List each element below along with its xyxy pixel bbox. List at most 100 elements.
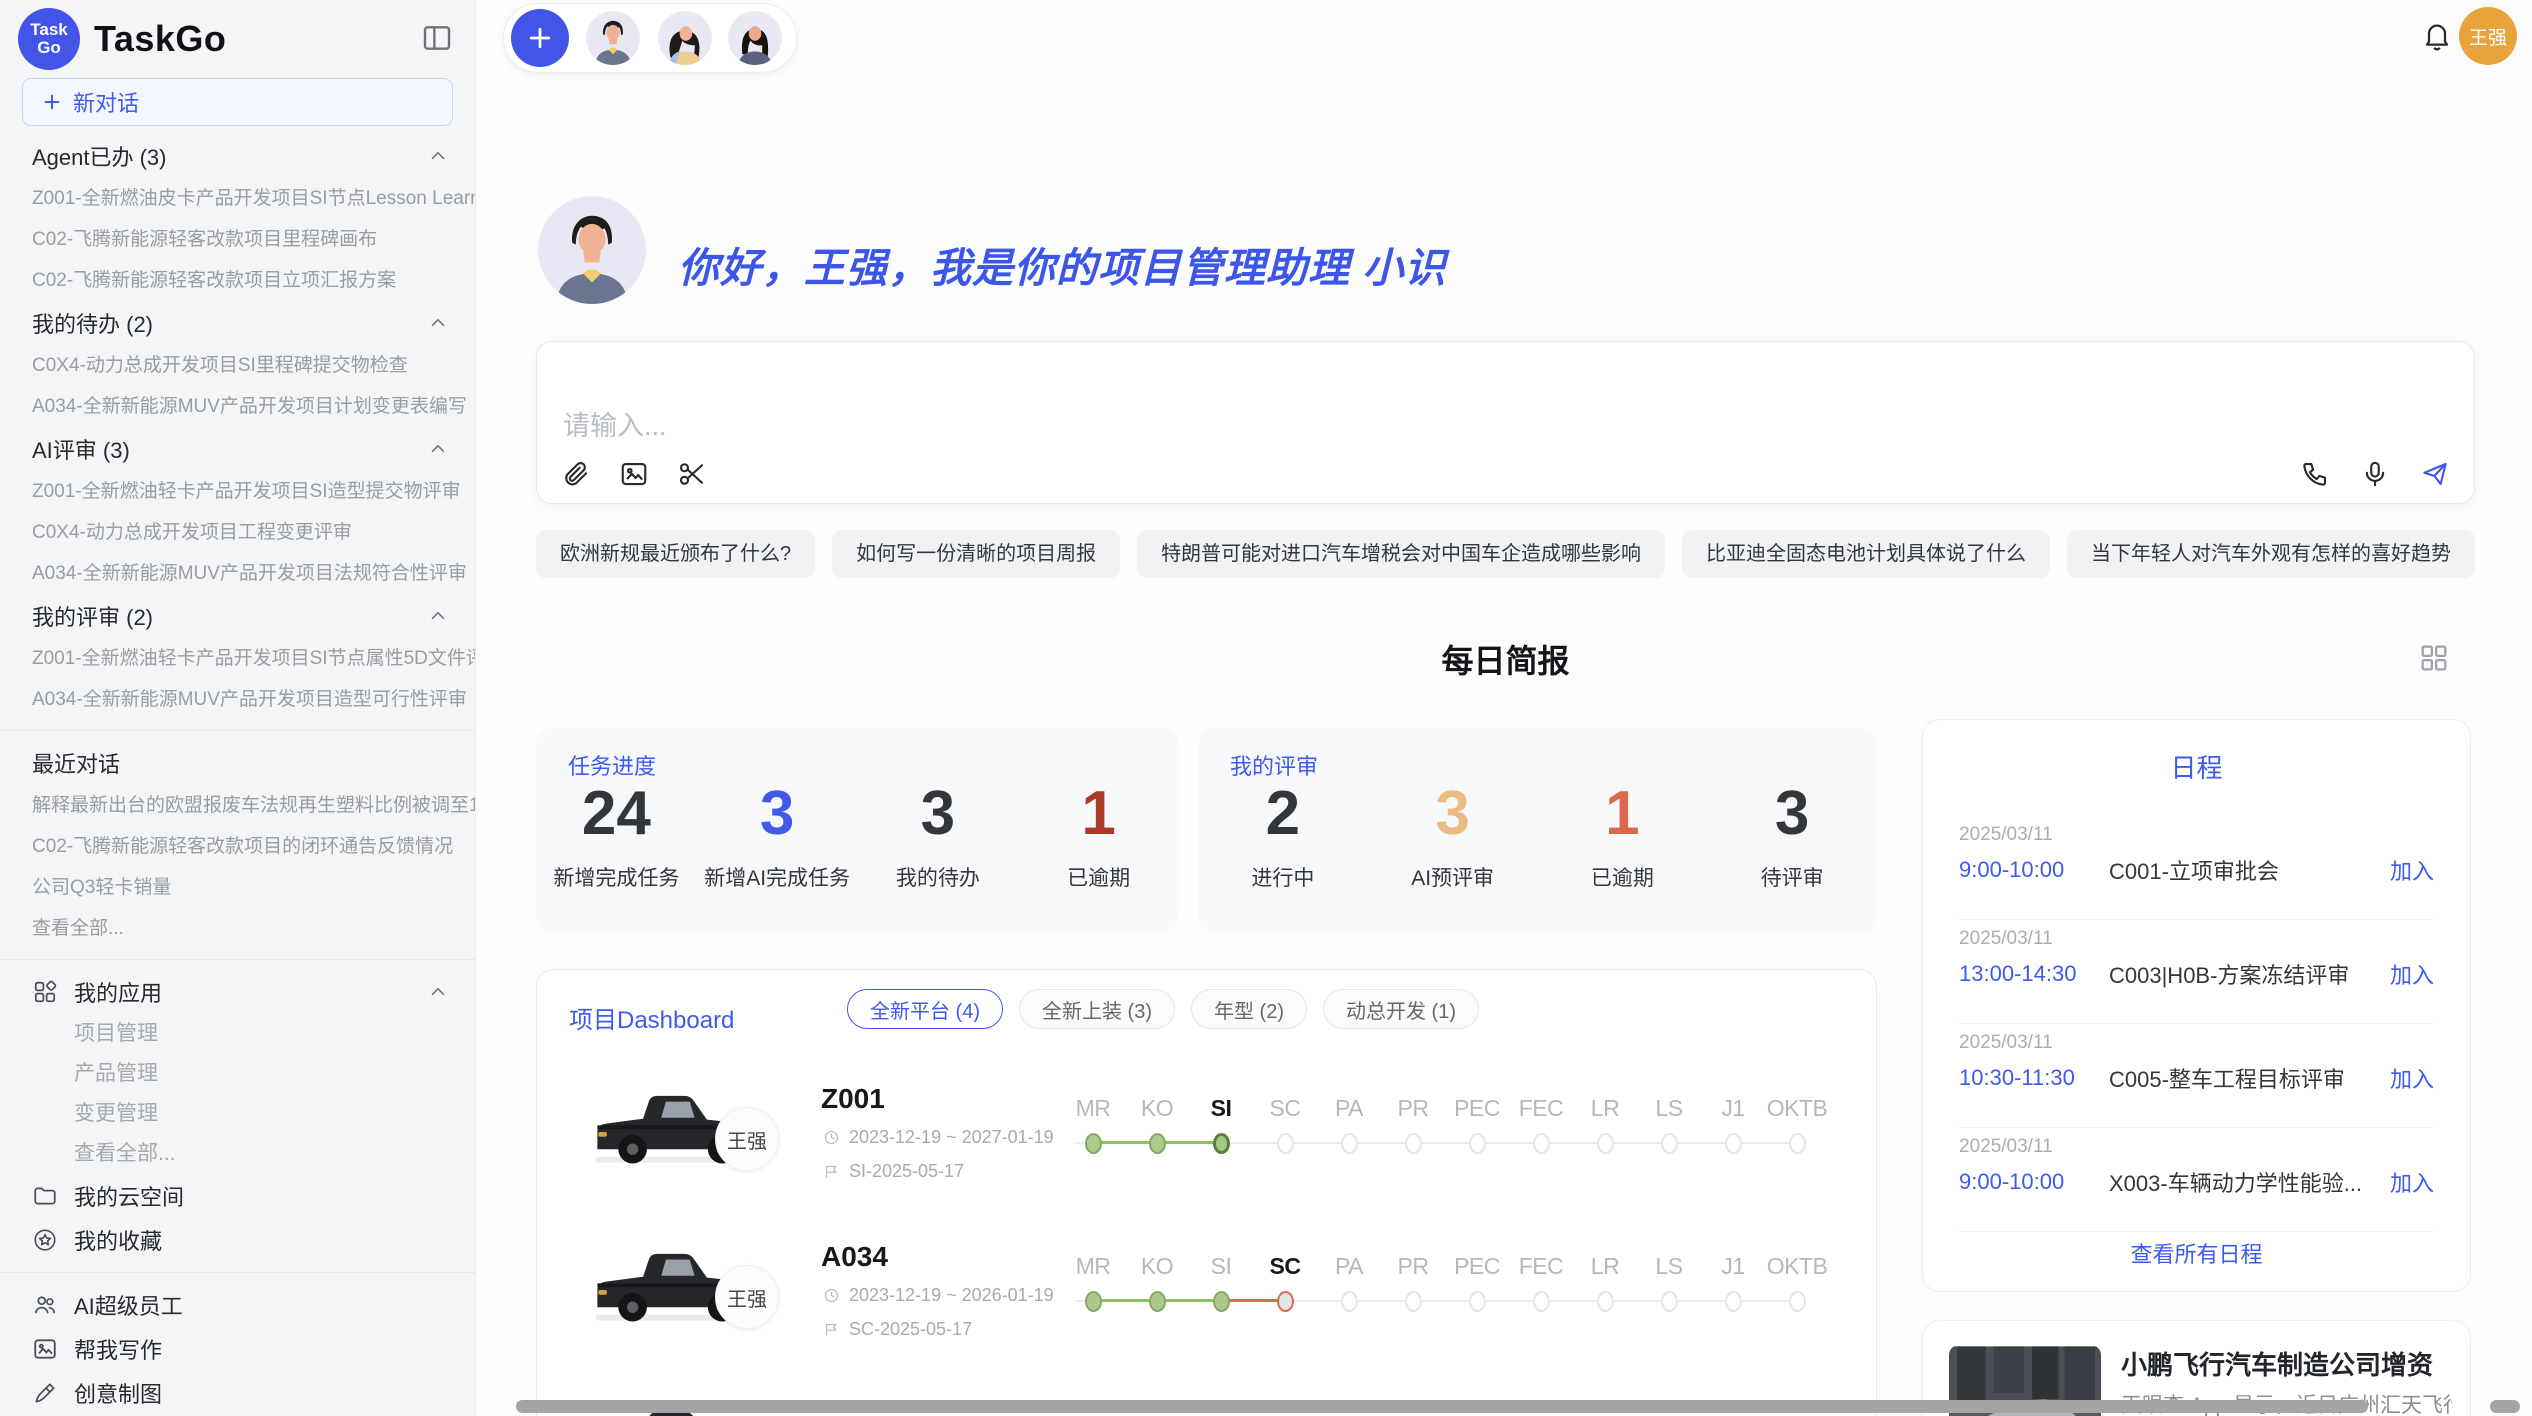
section-list: Z001-全新燃油轻卡产品开发项目SI节点属性5D文件评审A034-全新新能源M… xyxy=(0,638,475,720)
sidebar-item-ai-super-staff[interactable]: AI超级员工 xyxy=(0,1283,475,1327)
stat-label: 待评审 xyxy=(1707,862,1877,892)
milestone-label: SC xyxy=(1253,1253,1317,1280)
section-header-my-review[interactable]: 我的评审 (2) xyxy=(0,594,475,638)
sidebar-task-item[interactable]: C02-飞腾新能源轻客改款项目里程碑画布 xyxy=(0,219,475,260)
sidebar-task-item[interactable]: C0X4-动力总成开发项目工程变更评审 xyxy=(0,512,475,553)
join-meeting-link[interactable]: 加入 xyxy=(2390,1062,2434,1094)
scissors-icon[interactable] xyxy=(677,459,707,489)
dashboard-tab[interactable]: 动总开发 (1) xyxy=(1323,989,1479,1029)
dashboard-tab[interactable]: 全新上装 (3) xyxy=(1019,989,1175,1029)
milestone-dot xyxy=(1469,1291,1486,1312)
users-icon xyxy=(32,1292,58,1318)
scrollbar-corner[interactable] xyxy=(2490,1400,2520,1413)
sidebar-item-favorites[interactable]: 我的收藏 xyxy=(0,1218,475,1262)
image-icon[interactable] xyxy=(619,459,649,489)
milestone-dot-cell xyxy=(1445,1289,1509,1313)
recent-chat-item[interactable]: 公司Q3轻卡销量 xyxy=(0,867,475,908)
recent-chat-item[interactable]: 解释最新出台的欧盟报废车法规再生塑料比例被调至15%... xyxy=(0,785,475,826)
milestone-label: LS xyxy=(1637,1253,1701,1280)
project-row[interactable]: 王强 Z001 2023-12-19 ~ 2027-01-19 SI-2025-… xyxy=(537,1071,1876,1229)
suggestion-chip[interactable]: 如何写一份清晰的项目周报 xyxy=(832,530,1120,578)
sidebar-nav: Agent已办 (3) Z001-全新燃油皮卡产品开发项目SI节点Lesson … xyxy=(0,134,475,1415)
dashboard-tab[interactable]: 年型 (2) xyxy=(1191,989,1307,1029)
recent-chat-item[interactable]: C02-飞腾新能源轻客改款项目的闭环通告反馈情况 xyxy=(0,826,475,867)
sidebar-item-cloud-space[interactable]: 我的云空间 xyxy=(0,1174,475,1218)
section-header-ai-review[interactable]: AI评审 (3) xyxy=(0,427,475,471)
milestone-label: PA xyxy=(1317,1095,1381,1122)
new-conversation-button[interactable] xyxy=(511,9,569,67)
milestone-dot xyxy=(1661,1291,1678,1312)
flag-text: SI-2025-05-17 xyxy=(849,1161,964,1182)
clock-icon xyxy=(823,1287,840,1304)
phone-icon[interactable] xyxy=(2300,459,2330,489)
milestone-dot xyxy=(1469,1133,1486,1154)
join-meeting-link[interactable]: 加入 xyxy=(2390,854,2434,886)
milestone-label: SC xyxy=(1253,1095,1317,1122)
milestone-label: J1 xyxy=(1701,1253,1765,1280)
sidebar-item-creative-drawing[interactable]: 创意制图 xyxy=(0,1371,475,1415)
stat-value: 2 xyxy=(1198,781,1368,846)
user-avatar-label: 王强 xyxy=(2469,23,2507,50)
view-all-schedule-link[interactable]: 查看所有日程 xyxy=(1923,1237,2470,1269)
suggestion-chip[interactable]: 比亚迪全固态电池计划具体说了什么 xyxy=(1682,530,2050,578)
milestone-dot-cell xyxy=(1317,1289,1381,1313)
milestone-dot xyxy=(1277,1133,1294,1154)
event-date: 2025/03/11 xyxy=(1959,1136,2053,1158)
milestone-dot xyxy=(1405,1291,1422,1312)
attach-icon[interactable] xyxy=(561,459,591,489)
sidebar-task-item[interactable]: C02-飞腾新能源轻客改款项目立项汇报方案 xyxy=(0,260,475,301)
suggestion-chip[interactable]: 欧洲新规最近颁布了什么? xyxy=(536,530,815,578)
sidebar-task-item[interactable]: Z001-全新燃油轻卡产品开发项目SI节点属性5D文件评审 xyxy=(0,638,475,679)
card-title: 任务进度 xyxy=(568,749,656,781)
app-sub-item[interactable]: 变更管理 xyxy=(0,1094,475,1134)
user-avatar[interactable]: 王强 xyxy=(2459,7,2517,65)
dashboard-tab[interactable]: 全新平台 (4) xyxy=(847,989,1003,1029)
layout-grid-icon[interactable] xyxy=(2417,641,2451,675)
horizontal-scrollbar[interactable] xyxy=(516,1400,2368,1413)
join-meeting-link[interactable]: 加入 xyxy=(2390,958,2434,990)
section-header-agent-done[interactable]: Agent已办 (3) xyxy=(0,134,475,178)
sidebar-task-item[interactable]: A034-全新新能源MUV产品开发项目法规符合性评审 xyxy=(0,553,475,594)
sidebar-task-item[interactable]: Z001-全新燃油轻卡产品开发项目SI造型提交物评审 xyxy=(0,471,475,512)
event-time: 13:00-14:30 xyxy=(1959,961,2109,987)
recent-view-all-link[interactable]: 查看全部... xyxy=(0,908,475,949)
milestone-dot-cell xyxy=(1701,1131,1765,1155)
conversation-avatar-3[interactable] xyxy=(728,11,782,65)
sidebar-task-item[interactable]: A034-全新新能源MUV产品开发项目造型可行性评审 xyxy=(0,679,475,720)
project-row[interactable]: 王强 A034 2023-12-19 ~ 2026-01-19 SC-2025-… xyxy=(537,1229,1876,1387)
chat-input[interactable]: 请输入... xyxy=(536,341,2475,504)
sidebar-item-my-apps[interactable]: 我的应用 xyxy=(0,970,475,1014)
conversation-avatar-2[interactable] xyxy=(658,11,712,65)
milestone-dot-cell xyxy=(1701,1289,1765,1313)
notifications-bell-icon[interactable] xyxy=(2421,19,2453,51)
project-milestone-flag: SI-2025-05-17 xyxy=(823,1161,964,1182)
milestone-label: KO xyxy=(1125,1095,1189,1122)
suggestion-chip[interactable]: 特朗普可能对进口汽车增税会对中国车企造成哪些影响 xyxy=(1137,530,1665,578)
milestone-dot xyxy=(1085,1291,1102,1312)
sidebar-collapse-icon[interactable] xyxy=(421,22,453,54)
milestone-label: PEC xyxy=(1445,1095,1509,1122)
new-chat-button[interactable]: 新对话 xyxy=(22,78,453,126)
app-sub-item[interactable]: 项目管理 xyxy=(0,1014,475,1054)
sidebar-item-help-me-write[interactable]: 帮我写作 xyxy=(0,1327,475,1371)
milestone-dot-cell xyxy=(1445,1131,1509,1155)
milestone-label: PR xyxy=(1381,1095,1445,1122)
schedule-event: 2025/03/11 9:00-10:00 X003-车辆动力学性能验... 加… xyxy=(1959,1128,2434,1232)
milestone-dot-cell xyxy=(1061,1131,1125,1155)
suggestion-chip[interactable]: 当下年轻人对汽车外观有怎样的喜好趋势 xyxy=(2067,530,2475,578)
join-meeting-link[interactable]: 加入 xyxy=(2390,1166,2434,1198)
app-sub-item[interactable]: 产品管理 xyxy=(0,1054,475,1094)
milestone-dot xyxy=(1213,1291,1230,1312)
section-header-my-todo[interactable]: 我的待办 (2) xyxy=(0,301,475,345)
stat: 1 已逾期 xyxy=(1018,781,1179,892)
app-sub-item[interactable]: 查看全部... xyxy=(0,1134,475,1174)
sidebar-task-item[interactable]: Z001-全新燃油皮卡产品开发项目SI节点Lesson Learn报告 xyxy=(0,178,475,219)
assistant-avatar xyxy=(538,196,646,304)
mic-icon[interactable] xyxy=(2360,459,2390,489)
sidebar-task-item[interactable]: C0X4-动力总成开发项目SI里程碑提交物检查 xyxy=(0,345,475,386)
sidebar-task-item[interactable]: A034-全新新能源MUV产品开发项目计划变更表编写 xyxy=(0,386,475,427)
tab-label: 年型 (2) xyxy=(1214,995,1284,1024)
divider xyxy=(0,1272,475,1273)
send-icon[interactable] xyxy=(2420,459,2450,489)
conversation-avatar-1[interactable] xyxy=(586,11,640,65)
